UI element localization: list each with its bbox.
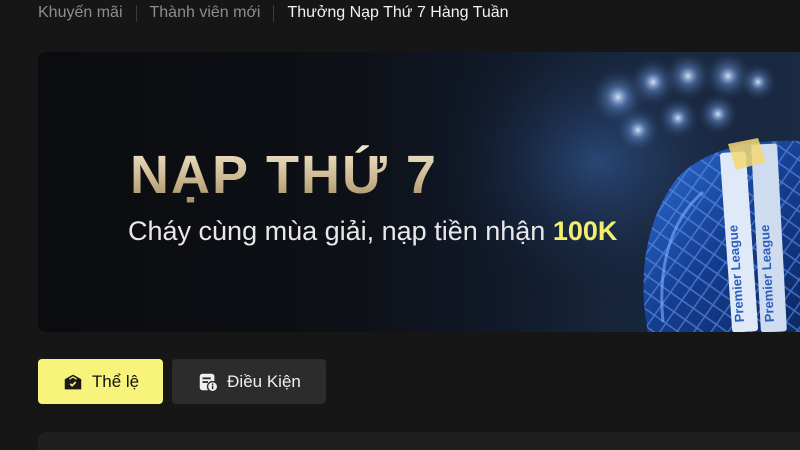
gift-icon [64, 374, 82, 389]
breadcrumb-separator [135, 4, 137, 22]
banner-title: NẠP THỨ 7 [130, 145, 438, 205]
info-card-icon [199, 373, 219, 392]
breadcrumb-current-page: Thưởng Nạp Thứ 7 Hàng Tuần [287, 4, 509, 21]
banner-subtitle-text: Cháy cùng mùa giải, nạp tiền nhận [128, 216, 546, 246]
breadcrumb: Khuyến mãi Thành viên mới Thưởng Nạp Thứ… [38, 4, 509, 22]
rules-button-label: Thể lệ [91, 371, 140, 391]
banner-subtitle: Cháy cùng mùa giải, nạp tiền nhận 100K [128, 216, 617, 247]
conditions-button[interactable]: Điều Kiện [172, 359, 326, 404]
conditions-button-label: Điều Kiện [227, 371, 301, 391]
promo-banner: NẠP THỨ 7 Cháy cùng mùa giải, nạp tiền n… [38, 52, 800, 332]
rules-button[interactable]: Thể lệ [38, 359, 163, 404]
content-panel [38, 432, 800, 450]
breadcrumb-new-members[interactable]: Thành viên mới [150, 4, 261, 22]
breadcrumb-separator [273, 4, 275, 22]
breadcrumb-promotions[interactable]: Khuyến mãi [38, 4, 123, 22]
premier-league-trophy-image: Premier League Premier League [643, 138, 800, 332]
